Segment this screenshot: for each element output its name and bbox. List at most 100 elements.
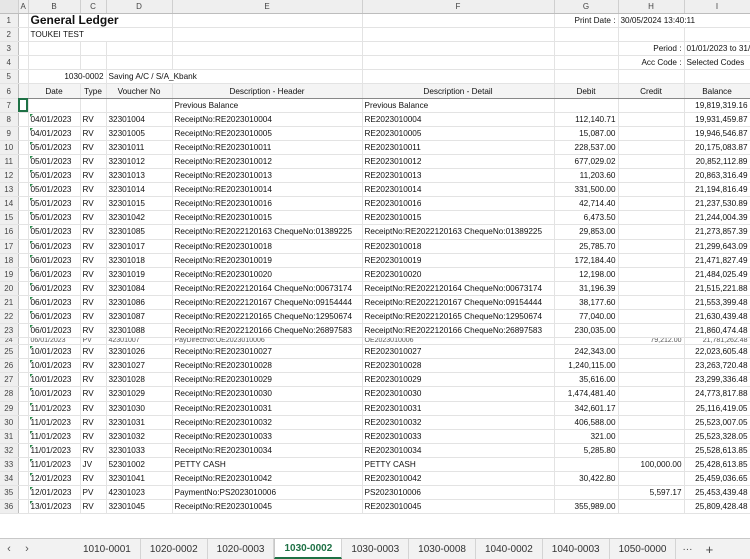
- prev-desc-header[interactable]: Previous Balance: [172, 98, 363, 113]
- cell-credit[interactable]: [618, 295, 685, 310]
- cell-debit[interactable]: 5,285.80: [554, 443, 619, 458]
- tab-1030-0003[interactable]: 1030-0003: [342, 539, 410, 559]
- cell-type[interactable]: RV: [80, 429, 107, 444]
- cell-desc-detail[interactable]: RE2023010030: [362, 386, 555, 402]
- cell-desc-header[interactable]: ReceiptNo:RE2022120164 ChequeNo:00673174: [172, 281, 363, 296]
- cell-type[interactable]: RV: [80, 281, 107, 296]
- header-voucher[interactable]: Voucher No: [106, 83, 173, 99]
- cell-debit[interactable]: 25,785.70: [554, 239, 619, 254]
- cell-desc-header[interactable]: ReceiptNo:RE2023010033: [172, 429, 363, 444]
- cell-desc-header[interactable]: ReceiptNo:RE2022120163 ChequeNo:01389225: [172, 224, 363, 240]
- cell-type[interactable]: PV: [80, 337, 107, 346]
- row-header[interactable]: 30: [0, 415, 19, 430]
- row-marker[interactable]: [18, 344, 29, 360]
- column-header-a[interactable]: A: [18, 0, 29, 14]
- row-marker[interactable]: [18, 126, 29, 141]
- column-header-h[interactable]: H: [618, 0, 685, 14]
- cell-debit[interactable]: 77,040.00: [554, 309, 619, 325]
- header-type[interactable]: Type: [80, 83, 107, 99]
- cell-debit[interactable]: [554, 485, 619, 501]
- cell-date[interactable]: 11/01/2023: [28, 415, 81, 430]
- cell-debit[interactable]: 355,989.00: [554, 499, 619, 515]
- row-marker[interactable]: [18, 471, 29, 487]
- cell-credit[interactable]: 5,597.17: [618, 485, 685, 501]
- cell-desc-detail[interactable]: RE2023010028: [362, 358, 555, 374]
- cell-voucher[interactable]: 32301030: [106, 401, 173, 416]
- cell-voucher[interactable]: 32301015: [106, 196, 173, 212]
- row-header[interactable]: 36: [0, 499, 19, 515]
- row-header[interactable]: 21: [0, 295, 19, 310]
- cell-desc-detail[interactable]: RE2023010012: [362, 154, 555, 170]
- cell-debit[interactable]: [554, 457, 619, 473]
- cell-desc-header[interactable]: ReceiptNo:RE2022120165 ChequeNo:12950674: [172, 309, 363, 325]
- prev-balance[interactable]: 19,819,319.16: [684, 98, 750, 113]
- cell-desc-detail[interactable]: ReceiptNo:RE2022120165 ChequeNo:12950674: [362, 309, 555, 325]
- cell-date[interactable]: 06/01/2023: [28, 323, 81, 339]
- cell-desc-detail[interactable]: RE2023010031: [362, 401, 555, 416]
- cell-desc-header[interactable]: ReceiptNo:RE2023010042: [172, 471, 363, 487]
- spreadsheet-grid[interactable]: A B C D E F G H I 1 General Ledger Print…: [0, 0, 750, 538]
- cell-voucher[interactable]: 32301029: [106, 386, 173, 402]
- cell-credit[interactable]: [618, 281, 685, 296]
- cell-debit[interactable]: 31,196.39: [554, 281, 619, 296]
- row-marker[interactable]: [18, 168, 29, 184]
- row-header[interactable]: 27: [0, 372, 19, 388]
- cell-credit[interactable]: [618, 443, 685, 458]
- cell-desc-header[interactable]: ReceiptNo:RE2023010012: [172, 154, 363, 170]
- cell-date[interactable]: 11/01/2023: [28, 443, 81, 458]
- cell-voucher[interactable]: 32301011: [106, 140, 173, 155]
- cell-desc-detail[interactable]: RE2023010011: [362, 140, 555, 155]
- row-header[interactable]: 12: [0, 168, 19, 184]
- column-header-b[interactable]: B: [28, 0, 81, 14]
- select-all-corner[interactable]: [0, 0, 19, 14]
- cell-date[interactable]: 11/01/2023: [28, 457, 81, 473]
- cell-type[interactable]: RV: [80, 386, 107, 402]
- cell-type[interactable]: RV: [80, 295, 107, 310]
- row-marker[interactable]: [18, 182, 29, 198]
- cell-debit[interactable]: [554, 337, 619, 346]
- company-name[interactable]: TOUKEI TEST: [28, 27, 173, 43]
- cell-debit[interactable]: 112,140.71: [554, 112, 619, 127]
- add-sheet-icon[interactable]: +: [698, 539, 720, 559]
- tab-1040-0003[interactable]: 1040-0003: [543, 539, 610, 559]
- column-header-i[interactable]: I: [684, 0, 750, 14]
- cell-credit[interactable]: [618, 471, 685, 487]
- cell-desc-header[interactable]: ReceiptNo:RE2023010004: [172, 112, 363, 127]
- cell-date[interactable]: 13/01/2023: [28, 499, 81, 515]
- cell-voucher[interactable]: 32301088: [106, 323, 173, 339]
- row-header[interactable]: 34: [0, 471, 19, 487]
- cell-desc-detail[interactable]: PS2023010006: [362, 485, 555, 501]
- cell-date[interactable]: 04/01/2023: [28, 112, 81, 127]
- cell-voucher[interactable]: 32301045: [106, 499, 173, 515]
- cell-type[interactable]: RV: [80, 267, 107, 282]
- row-marker[interactable]: [18, 112, 29, 127]
- cell-date[interactable]: 05/01/2023: [28, 182, 81, 198]
- row-marker[interactable]: [18, 485, 29, 501]
- cell-type[interactable]: RV: [80, 471, 107, 487]
- cell-voucher[interactable]: 32301004: [106, 112, 173, 127]
- cell-type[interactable]: RV: [80, 401, 107, 416]
- row-marker[interactable]: [18, 337, 29, 346]
- cell-date[interactable]: 06/01/2023: [28, 337, 81, 346]
- cell-desc-header[interactable]: ReceiptNo:RE2023010030: [172, 386, 363, 402]
- cell-credit[interactable]: [618, 309, 685, 325]
- cell-date[interactable]: 10/01/2023: [28, 386, 81, 402]
- cell-desc-detail[interactable]: RE2023010029: [362, 372, 555, 388]
- cell-desc-header[interactable]: ReceiptNo:RE2022120167 ChequeNo:09154444: [172, 295, 363, 310]
- row-header[interactable]: 28: [0, 386, 19, 402]
- cell-date[interactable]: 06/01/2023: [28, 267, 81, 282]
- row-marker[interactable]: [18, 401, 29, 416]
- tab-1030-0008[interactable]: 1030-0008: [409, 539, 476, 559]
- cell-desc-header[interactable]: ReceiptNo:RE2023010015: [172, 210, 363, 226]
- cell-desc-detail[interactable]: RE2023010027: [362, 344, 555, 360]
- cell-voucher[interactable]: 32301032: [106, 429, 173, 444]
- cell-balance[interactable]: 20,852,112.89: [684, 154, 750, 170]
- cell-balance[interactable]: 21,484,025.49: [684, 267, 750, 282]
- cell-balance[interactable]: 25,523,328.05: [684, 429, 750, 444]
- cell-date[interactable]: 06/01/2023: [28, 295, 81, 310]
- column-header-f[interactable]: F: [362, 0, 555, 14]
- row-header[interactable]: 5: [0, 69, 19, 85]
- report-title[interactable]: General Ledger: [28, 13, 173, 29]
- cell-date[interactable]: 10/01/2023: [28, 358, 81, 374]
- header-desc-detail[interactable]: Description - Detail: [362, 83, 555, 99]
